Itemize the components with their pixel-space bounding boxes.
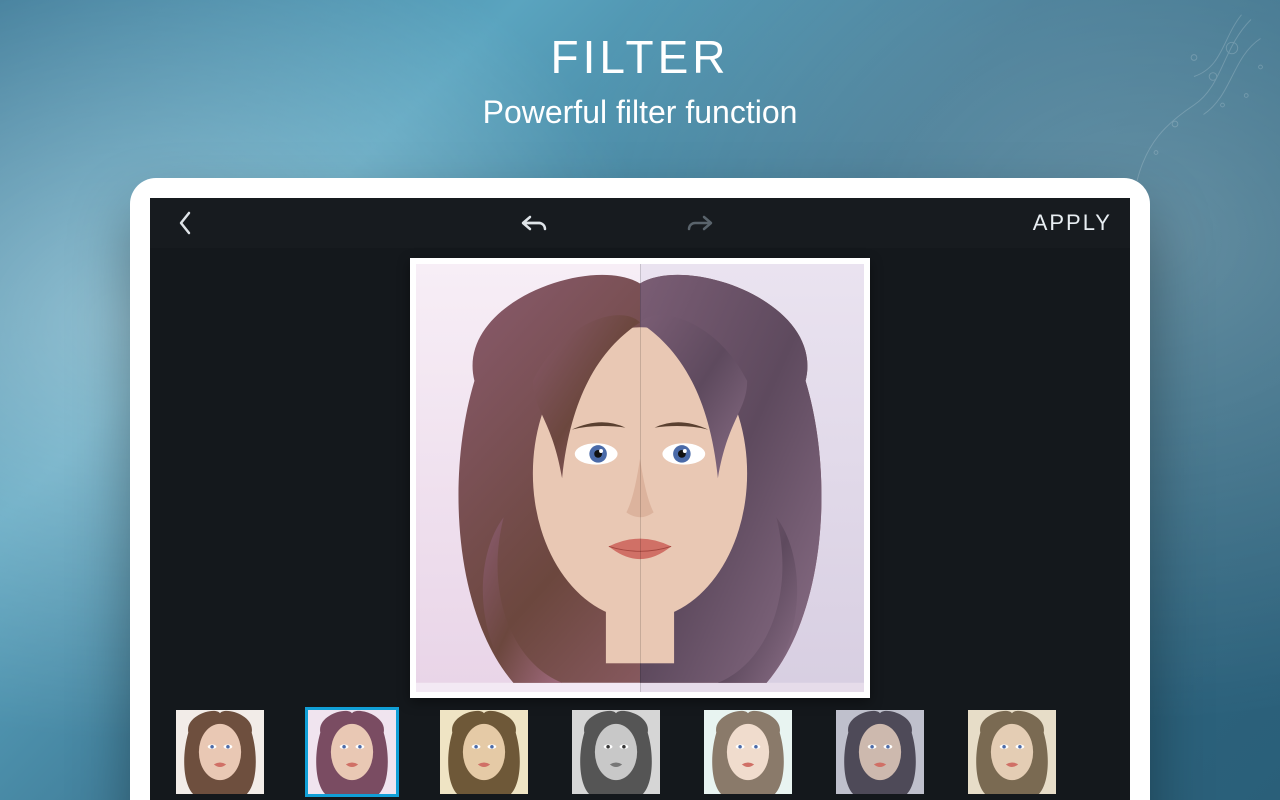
chevron-left-icon [176,210,194,236]
tablet-frame: APPLY [130,178,1150,800]
filter-thumbnail [836,710,924,794]
photo-preview [416,264,864,692]
app-screen: APPLY [150,198,1130,800]
back-button[interactable] [168,206,202,240]
hero: FILTER Powerful filter function [0,0,1280,131]
filter-latte[interactable]: Latte [968,710,1056,800]
filter-instant[interactable]: Instant [836,710,924,800]
filter-punch[interactable]: Punch [308,710,396,800]
hero-subtitle: Powerful filter function [0,94,1280,131]
main-photo[interactable] [410,258,870,698]
filter-thumbnail [308,710,396,794]
filter-thumbnail [704,710,792,794]
filter-thumbnail [968,710,1056,794]
undo-icon [520,211,550,235]
canvas-area [150,248,1130,710]
filter-none[interactable]: None [176,710,264,800]
redo-button[interactable] [682,206,716,240]
portrait-image [416,264,864,683]
redo-icon [684,211,714,235]
undo-button[interactable] [518,206,552,240]
filter-vintage[interactable]: Vintage [440,710,528,800]
filter-bw[interactable]: B/W [572,710,660,800]
filter-thumbnail [176,710,264,794]
filter-thumbnail [572,710,660,794]
hero-title: FILTER [0,30,1280,84]
filter-strip[interactable]: None Punch Vintage B/W Bleach [150,710,1130,800]
filter-bleach[interactable]: Bleach [704,710,792,800]
top-toolbar: APPLY [150,198,1130,248]
apply-button[interactable]: APPLY [1033,210,1112,236]
filter-thumbnail [440,710,528,794]
